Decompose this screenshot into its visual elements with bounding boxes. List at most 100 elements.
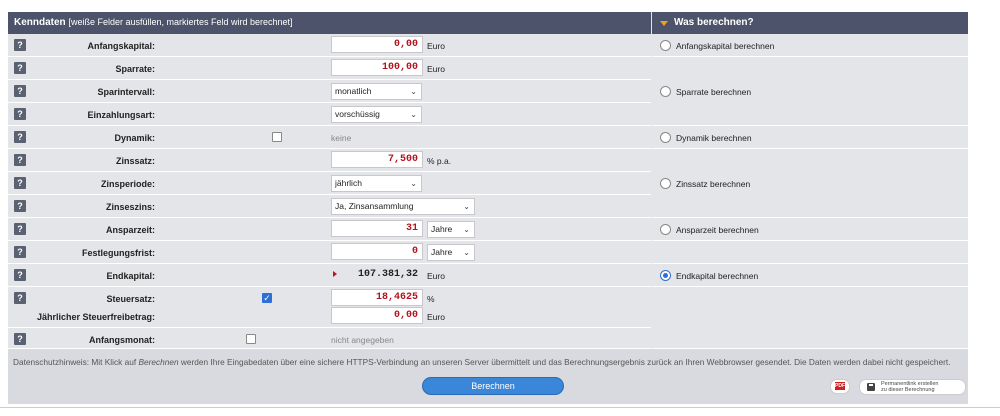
zinsperiode-select[interactable]: jährlich ⌄ bbox=[331, 175, 422, 192]
sparrate-radio[interactable] bbox=[660, 86, 671, 97]
row-steuersatz: ? ✓ Steuersatz: 18,4625 % Jährlicher Ste… bbox=[8, 287, 651, 328]
anfangsmonat-label: Anfangsmonat: bbox=[89, 335, 155, 345]
radio-cell-ansparzeit: Ansparzeit berechnen bbox=[652, 218, 968, 241]
anfangsmonat-value: nicht angegeben bbox=[331, 335, 394, 345]
help-icon[interactable]: ? bbox=[14, 333, 26, 345]
einzahlungsart-selected: vorschüssig bbox=[335, 109, 380, 119]
kenndaten-header: Kenndaten [weiße Felder ausfüllen, marki… bbox=[8, 12, 651, 34]
right-header-title: Was berechnen? bbox=[674, 17, 754, 28]
zinssatz-radio-label[interactable]: Zinssatz berechnen bbox=[676, 179, 750, 189]
einzahlungsart-select[interactable]: vorschüssig ⌄ bbox=[331, 106, 422, 123]
ansparzeit-label: Ansparzeit: bbox=[105, 225, 155, 235]
chevron-down-icon: ⌄ bbox=[410, 179, 417, 188]
radio-cell-anfangskapital: Anfangskapital berechnen bbox=[652, 34, 968, 57]
sparintervall-label: Sparintervall: bbox=[97, 87, 155, 97]
sparrate-input[interactable]: 100,00 bbox=[331, 59, 423, 76]
steuersatz-checkbox[interactable]: ✓ bbox=[262, 293, 272, 303]
help-icon[interactable]: ? bbox=[14, 223, 26, 235]
steuersatz-unit: % bbox=[427, 294, 435, 304]
help-icon[interactable]: ? bbox=[14, 39, 26, 51]
anfangsmonat-checkbox[interactable] bbox=[246, 334, 256, 344]
privacy-note-pre: Datenschutzhinweis: Mit Klick auf bbox=[13, 357, 139, 367]
permalink-button[interactable]: Permanentlink erstellen zu dieser Berech… bbox=[859, 379, 966, 395]
calculator-panel: Kenndaten [weiße Felder ausfüllen, marki… bbox=[8, 12, 968, 404]
endkapital-radio-label[interactable]: Endkapital berechnen bbox=[676, 271, 758, 281]
zinseszins-select[interactable]: Ja, Zinsansammlung ⌄ bbox=[331, 198, 475, 215]
dynamik-radio[interactable] bbox=[660, 132, 671, 143]
zinsperiode-label: Zinsperiode: bbox=[100, 179, 155, 189]
pdf-button[interactable]: PDF bbox=[830, 379, 850, 394]
help-icon[interactable]: ? bbox=[14, 85, 26, 97]
help-icon[interactable]: ? bbox=[14, 62, 26, 74]
ansparzeit-radio-label[interactable]: Ansparzeit berechnen bbox=[676, 225, 759, 235]
row-anfangsmonat: ? Anfangsmonat: nicht angegeben bbox=[8, 328, 651, 349]
sparrate-label: Sparrate: bbox=[115, 64, 155, 74]
ansparzeit-unit-select[interactable]: Jahre ⌄ bbox=[427, 221, 475, 238]
privacy-note: Datenschutzhinweis: Mit Klick auf Berech… bbox=[13, 357, 951, 367]
help-icon[interactable]: ? bbox=[14, 154, 26, 166]
radio-cell-dynamik: Dynamik berechnen bbox=[652, 126, 968, 149]
anfangskapital-unit: Euro bbox=[427, 41, 445, 51]
help-icon[interactable]: ? bbox=[14, 108, 26, 120]
help-icon[interactable]: ? bbox=[14, 292, 26, 304]
zinssatz-unit: % p.a. bbox=[427, 156, 452, 166]
row-dynamik: ? Dynamik: keine bbox=[8, 126, 651, 149]
festlegungsfrist-unit-select[interactable]: Jahre ⌄ bbox=[427, 244, 475, 261]
steuersatz-label: Steuersatz: bbox=[106, 294, 155, 304]
triangle-down-icon bbox=[660, 21, 668, 26]
dynamik-value: keine bbox=[331, 133, 352, 143]
radio-cell-sparrate: Sparrate berechnen bbox=[652, 57, 968, 126]
zinseszins-label: Zinseszins: bbox=[105, 202, 155, 212]
anfangskapital-radio-label[interactable]: Anfangskapital berechnen bbox=[676, 41, 774, 51]
row-zinseszins: ? Zinseszins: Ja, Zinsansammlung ⌄ bbox=[8, 195, 651, 218]
row-zinssatz: ? Zinssatz: 7,500 % p.a. bbox=[8, 149, 651, 172]
radio-cell-endkapital: Endkapital berechnen bbox=[652, 264, 968, 287]
header-title: Kenndaten bbox=[14, 17, 66, 28]
sparintervall-select[interactable]: monatlich ⌄ bbox=[331, 83, 422, 100]
sparintervall-selected: monatlich bbox=[335, 86, 372, 96]
row-anfangskapital: ? Anfangskapital: 0,00 Euro bbox=[8, 34, 651, 57]
dynamik-checkbox[interactable] bbox=[272, 132, 282, 142]
berechnen-button[interactable]: Berechnen bbox=[422, 377, 564, 395]
zinssatz-input[interactable]: 7,500 bbox=[331, 151, 423, 168]
chevron-down-icon: ⌄ bbox=[463, 225, 470, 234]
sparrate-radio-label[interactable]: Sparrate berechnen bbox=[676, 87, 751, 97]
help-icon[interactable]: ? bbox=[14, 131, 26, 143]
sparrate-unit: Euro bbox=[427, 64, 445, 74]
freibetrag-label: Jährlicher Steuerfreibetrag: bbox=[36, 312, 155, 322]
ansparzeit-radio[interactable] bbox=[660, 224, 671, 235]
chevron-down-icon: ⌄ bbox=[410, 110, 417, 119]
chevron-down-icon: ⌄ bbox=[463, 202, 470, 211]
freibetrag-input[interactable]: 0,00 bbox=[331, 307, 423, 324]
anfangskapital-radio[interactable] bbox=[660, 40, 671, 51]
privacy-note-post: werden Ihre Eingabedaten über eine siche… bbox=[178, 357, 951, 367]
festlegungsfrist-unit-selected: Jahre bbox=[431, 247, 453, 257]
zinseszins-selected: Ja, Zinsansammlung bbox=[335, 201, 414, 211]
festlegungsfrist-input[interactable]: 0 bbox=[331, 243, 423, 260]
help-icon[interactable]: ? bbox=[14, 200, 26, 212]
row-festlegungsfrist: ? Festlegungsfrist: 0 Jahre ⌄ bbox=[8, 241, 651, 264]
help-icon[interactable]: ? bbox=[14, 269, 26, 281]
radio-cell-zinssatz: Zinssatz berechnen bbox=[652, 149, 968, 218]
privacy-note-emphasis: Berechnen bbox=[138, 357, 179, 367]
was-berechnen-header: Was berechnen? bbox=[652, 12, 968, 34]
zinssatz-label: Zinssatz: bbox=[115, 156, 155, 166]
ansparzeit-input[interactable]: 31 bbox=[331, 220, 423, 237]
zinssatz-radio[interactable] bbox=[660, 178, 671, 189]
header-subtitle: [weiße Felder ausfüllen, markiertes Feld… bbox=[68, 17, 293, 27]
row-sparintervall: ? Sparintervall: monatlich ⌄ bbox=[8, 80, 651, 103]
endkapital-label: Endkapital: bbox=[106, 271, 155, 281]
help-icon[interactable]: ? bbox=[14, 246, 26, 258]
freibetrag-unit: Euro bbox=[427, 312, 445, 322]
anfangskapital-input[interactable]: 0,00 bbox=[331, 36, 423, 53]
endkapital-radio[interactable] bbox=[660, 270, 671, 281]
chevron-down-icon: ⌄ bbox=[463, 248, 470, 257]
permalink-line2: zu dieser Berechnung bbox=[881, 387, 935, 393]
dynamik-radio-label[interactable]: Dynamik berechnen bbox=[676, 133, 752, 143]
ansparzeit-unit-selected: Jahre bbox=[431, 224, 453, 234]
row-einzahlungsart: ? Einzahlungsart: vorschüssig ⌄ bbox=[8, 103, 651, 126]
help-icon[interactable]: ? bbox=[14, 177, 26, 189]
steuersatz-input[interactable]: 18,4625 bbox=[331, 289, 423, 306]
chevron-down-icon: ⌄ bbox=[410, 87, 417, 96]
row-endkapital: ? Endkapital: 107.381,32 Euro bbox=[8, 264, 651, 287]
